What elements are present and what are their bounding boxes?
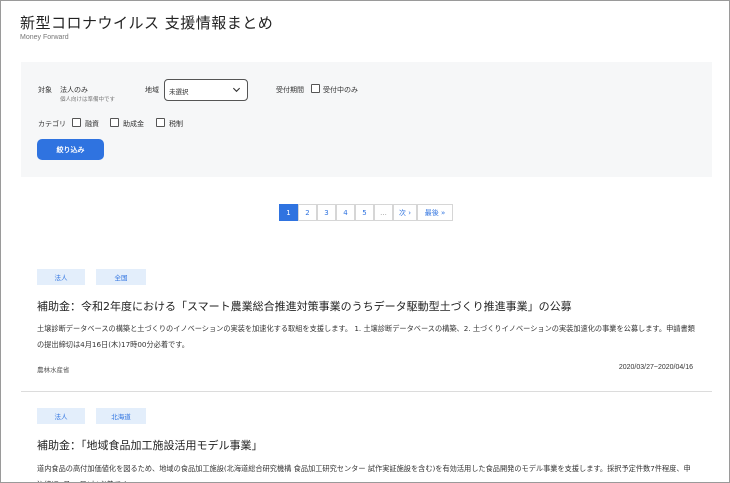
page-link-5[interactable]: 5 [355, 204, 374, 221]
page-link-4[interactable]: 4 [336, 204, 355, 221]
page-ellipsis: ... [374, 204, 393, 221]
category-checkbox-tax[interactable] [156, 118, 165, 127]
reception-option-label: 受付中のみ [323, 86, 358, 94]
page-link-3[interactable]: 3 [317, 204, 336, 221]
article-description: 土壌診断データベースの構築と土づくりのイノベーションの実装を加速化する取組を支援… [37, 324, 695, 349]
category-label-tax: 税制 [169, 120, 183, 128]
target-note: 個人向けは準備中です [60, 97, 116, 103]
category-label-subsidy: 助成金 [123, 120, 144, 128]
page-title: 新型コロナウイルス 支援情報まとめ [20, 14, 274, 32]
reception-label: 受付期間 [276, 86, 304, 94]
article-tag: 法人 [37, 408, 85, 424]
article-title[interactable]: 補助金：令和2年度における「スマート農業総合推進対策事業のうちデータ駆動型土づく… [37, 298, 572, 314]
article-divider [21, 391, 712, 392]
category-checkbox-subsidy[interactable] [110, 118, 119, 127]
article-description: 道内食品の高付加価値化を図るため、地域の食品加工施設(北海道総合研究機構 食品加… [37, 464, 691, 482]
region-label: 地域 [145, 86, 159, 94]
page-frame: 新型コロナウイルス 支援情報まとめ Money Forward 対象 法人のみ … [0, 0, 730, 483]
page-link-2[interactable]: 2 [298, 204, 317, 221]
article-title[interactable]: 補助金：「地域食品加工施設活用モデル事業」 [37, 437, 263, 453]
category-checkbox-loan[interactable] [72, 118, 81, 127]
chevron-down-icon [232, 87, 241, 93]
brand-subtitle: Money Forward [20, 34, 69, 41]
target-label: 対象 [38, 86, 52, 94]
region-select[interactable]: 未選択 [164, 79, 248, 101]
last-page-link[interactable]: 最後 » [417, 204, 453, 221]
article-source: 農林水産省 [37, 366, 70, 374]
article-tag: 全国 [96, 269, 146, 285]
next-page-link[interactable]: 次 › [393, 204, 417, 221]
article-tag: 法人 [37, 269, 85, 285]
reception-checkbox[interactable] [311, 84, 320, 93]
target-value: 法人のみ [60, 86, 88, 94]
category-label: カテゴリ [38, 120, 66, 128]
filter-panel: 対象 法人のみ 個人向けは準備中です 地域 未選択 受付期間 受付中のみ カテゴ… [21, 62, 712, 177]
region-select-value: 未選択 [169, 88, 189, 96]
category-label-loan: 融資 [85, 120, 99, 128]
article-tag: 北海道 [96, 408, 146, 424]
filter-submit-button[interactable]: 絞り込み [37, 139, 104, 160]
article-period: 2020/03/27~2020/04/16 [618, 364, 693, 371]
page-link-1[interactable]: 1 [279, 204, 298, 221]
